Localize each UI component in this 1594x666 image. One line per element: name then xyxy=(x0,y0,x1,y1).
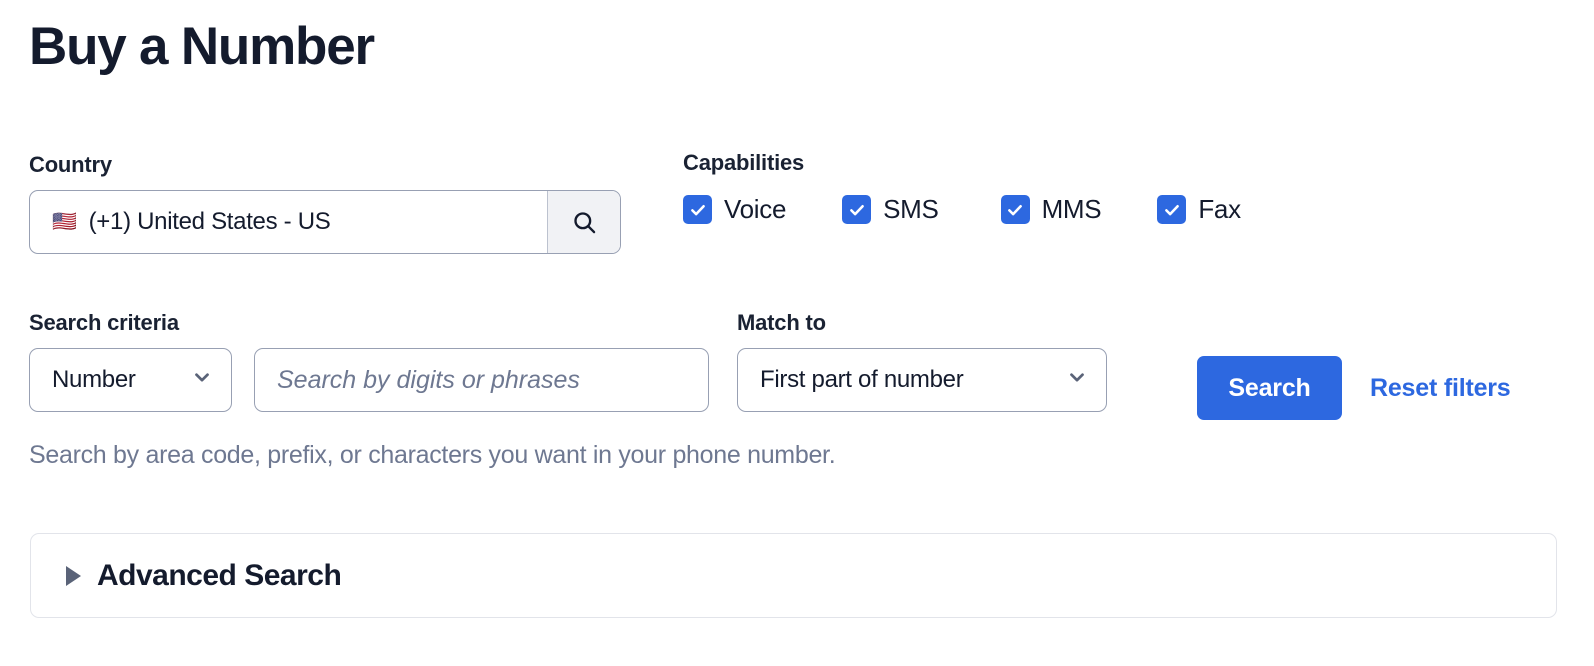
checkbox-checked-icon xyxy=(683,195,712,224)
capability-label-voice: Voice xyxy=(724,194,787,224)
match-to-group: Match to First part of number xyxy=(737,310,1107,412)
capabilities-label: Capabilities xyxy=(683,150,805,175)
checkbox-checked-icon xyxy=(1000,195,1030,224)
search-helper-text: Search by area code, prefix, or characte… xyxy=(29,441,836,469)
buy-a-number-page: Buy a Number Country 🇺🇸 (+1) United Stat… xyxy=(0,0,1594,666)
us-flag-icon: 🇺🇸 xyxy=(52,211,77,233)
reset-filters-link[interactable]: Reset filters xyxy=(1370,374,1511,403)
capability-checkbox-sms[interactable]: SMS xyxy=(842,194,939,225)
advanced-search-title: Advanced Search xyxy=(97,558,342,592)
match-to-select[interactable]: First part of number xyxy=(737,348,1107,412)
search-button[interactable]: Search xyxy=(1197,356,1342,420)
advanced-search-panel[interactable]: Advanced Search xyxy=(30,533,1557,618)
capability-label-fax: Fax xyxy=(1198,194,1241,224)
search-criteria-select-value: Number xyxy=(52,366,136,393)
search-icon xyxy=(571,209,598,236)
country-label: Country xyxy=(29,152,112,177)
chevron-down-icon xyxy=(1066,366,1088,395)
capabilities-row: Voice SMS MMS Fax xyxy=(683,194,1241,225)
search-criteria-controls: Number xyxy=(29,348,709,412)
country-field-group: Country 🇺🇸 (+1) United States - US xyxy=(29,152,621,254)
match-to-select-value: First part of number xyxy=(760,366,964,393)
capability-checkbox-voice[interactable]: Voice xyxy=(683,194,786,225)
search-actions: Search Reset filters xyxy=(1197,356,1511,420)
advanced-search-summary[interactable]: Advanced Search xyxy=(66,558,342,593)
triangle-right-icon xyxy=(66,565,81,586)
country-value-text: (+1) United States - US xyxy=(88,208,331,235)
capability-label-sms: SMS xyxy=(883,194,939,224)
match-to-label: Match to xyxy=(737,310,826,335)
capabilities-group: Capabilities Voice SMS MMS Fax xyxy=(683,150,1241,225)
checkbox-checked-icon xyxy=(1157,195,1187,224)
country-input-wrapper[interactable]: 🇺🇸 (+1) United States - US xyxy=(29,190,621,254)
capability-label-mms: MMS xyxy=(1041,194,1102,224)
search-criteria-group: Search criteria Number xyxy=(29,310,709,412)
chevron-down-icon xyxy=(191,366,213,395)
country-select[interactable]: 🇺🇸 (+1) United States - US xyxy=(30,191,547,253)
search-criteria-select[interactable]: Number xyxy=(29,348,232,412)
page-title: Buy a Number xyxy=(29,17,375,76)
search-criteria-label: Search criteria xyxy=(29,310,179,335)
capability-checkbox-mms[interactable]: MMS xyxy=(1000,194,1102,225)
capability-checkbox-fax[interactable]: Fax xyxy=(1157,194,1241,225)
country-search-button[interactable] xyxy=(547,191,620,253)
search-query-input[interactable] xyxy=(254,348,709,412)
checkbox-checked-icon xyxy=(842,195,872,224)
